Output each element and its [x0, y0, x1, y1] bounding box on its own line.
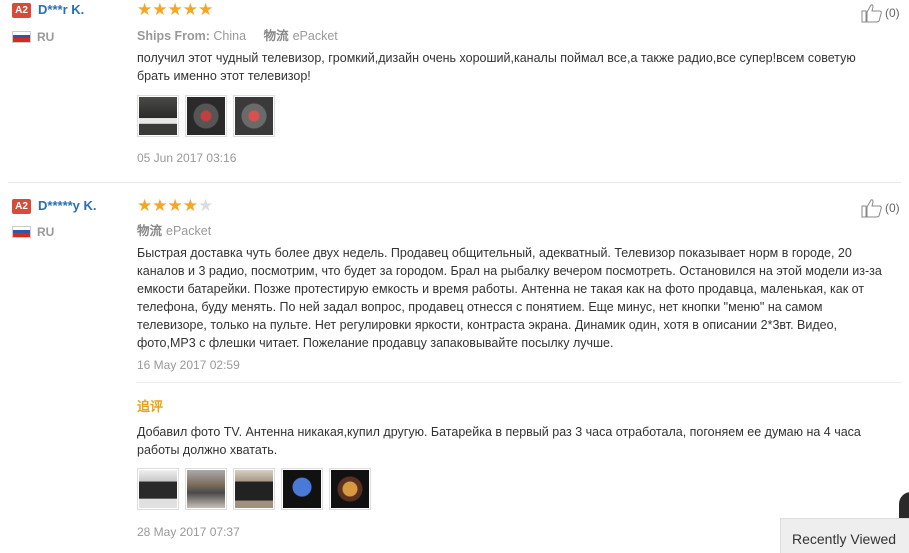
reviewer-name[interactable]: D***r K. — [38, 2, 84, 17]
review-photos — [137, 95, 275, 137]
russia-flag-icon — [12, 31, 31, 43]
order-info: Ships From: China 物流 ePacket — [137, 25, 352, 44]
recently-viewed-label: Recently Viewed — [792, 531, 897, 547]
ships-from-label: Ships From: — [137, 29, 210, 43]
shipping-label: 物流 — [263, 29, 289, 43]
review-text: Быстрая доставка чуть более двух недель.… — [137, 246, 882, 350]
review-photo-thumbnail[interactable] — [233, 468, 275, 510]
review-photo-thumbnail[interactable] — [137, 95, 179, 137]
helpful-button[interactable]: (0) — [861, 198, 900, 218]
review-text: получил этот чудный телевизор, громкий,д… — [137, 51, 856, 83]
followup-divider — [136, 382, 901, 383]
followup-date: 28 May 2017 07:37 — [137, 525, 240, 539]
star-icon: ★ — [167, 196, 183, 215]
star-icon: ★ — [198, 196, 214, 215]
review-photo-thumbnail[interactable] — [137, 468, 179, 510]
followup-label: 追评 — [137, 399, 164, 414]
order-info: 物流 ePacket — [137, 220, 225, 239]
star-icon: ★ — [137, 0, 153, 19]
rating-stars: ★★★★★ — [137, 197, 213, 215]
star-icon: ★ — [182, 0, 198, 19]
recently-viewed-panel[interactable]: Recently Viewed — [780, 518, 909, 553]
helpful-button[interactable]: (0) — [861, 3, 900, 23]
helpful-count: (0) — [885, 6, 900, 20]
ships-from-value: China — [213, 29, 247, 43]
reviewer-country: RU — [37, 30, 55, 44]
shipping-value: ePacket — [292, 29, 338, 43]
rating-stars: ★★★★★ — [137, 1, 213, 19]
star-icon: ★ — [137, 196, 153, 215]
followup-text: Добавил фото TV. Антенна никакая,купил д… — [137, 425, 861, 457]
review-photo-thumbnail[interactable] — [281, 468, 323, 510]
buyer-level-badge: A2 — [12, 199, 31, 214]
thumbs-up-icon — [861, 199, 882, 218]
shipping-value: ePacket — [166, 224, 212, 238]
reviewer-name[interactable]: D*****y K. — [38, 198, 97, 213]
russia-flag-icon — [12, 226, 31, 238]
review-photo-thumbnail[interactable] — [233, 95, 275, 137]
review-item: A2 D***r K. RU ★★★★★ Ships From: China 物… — [0, 0, 909, 183]
reviewer-country: RU — [37, 225, 55, 239]
shipping-label: 物流 — [137, 224, 163, 238]
star-icon: ★ — [182, 196, 198, 215]
review-photo-thumbnail[interactable] — [329, 468, 371, 510]
star-icon: ★ — [167, 0, 183, 19]
review-item: A2 D*****y K. RU ★★★★★ 物流 ePacket Быстрая… — [0, 183, 909, 553]
thumbs-up-icon — [861, 4, 882, 23]
followup-photos — [137, 468, 371, 510]
star-icon: ★ — [198, 0, 214, 19]
review-date: 05 Jun 2017 03:16 — [137, 151, 237, 165]
review-date: 16 May 2017 02:59 — [137, 358, 240, 372]
review-photo-thumbnail[interactable] — [185, 95, 227, 137]
buyer-level-badge: A2 — [12, 3, 31, 18]
star-icon: ★ — [152, 0, 168, 19]
helpful-count: (0) — [885, 201, 900, 215]
review-photo-thumbnail[interactable] — [185, 468, 227, 510]
star-icon: ★ — [152, 196, 168, 215]
